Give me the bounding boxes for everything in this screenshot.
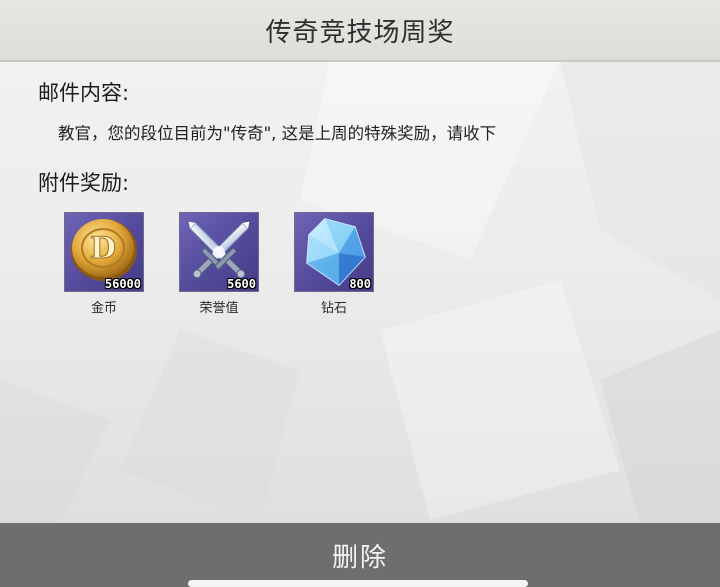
mail-detail-screen: 传奇竞技场周奖 邮件内容: 教官，您的段位目前为"传奇", 这是上周的特殊奖励，… — [0, 0, 720, 587]
page-title: 传奇竞技场周奖 — [265, 17, 455, 48]
reward-count: 56000 — [104, 277, 141, 291]
mail-content-label: 邮件内容: — [38, 81, 130, 105]
title-bar: 传奇竞技场周奖 — [0, 0, 720, 62]
reward-name: 荣誉值 — [199, 301, 239, 316]
delete-button[interactable]: 删除 — [0, 523, 720, 587]
reward-name: 钻石 — [320, 301, 347, 316]
reward-item-diamond[interactable]: 800 钻石 — [294, 212, 374, 316]
reward-frame: D 56000 — [64, 212, 144, 292]
mail-body-text: 教官，您的段位目前为"传奇", 这是上周的特殊奖励，请收下 — [58, 124, 497, 143]
reward-count: 5600 — [227, 277, 256, 291]
reward-count: 800 — [349, 277, 371, 291]
reward-name: 金币 — [90, 301, 117, 316]
reward-frame: 800 — [294, 212, 374, 292]
svg-text:D: D — [90, 231, 116, 266]
home-indicator[interactable] — [188, 580, 528, 587]
attachments-label: 附件奖励: — [38, 171, 130, 195]
delete-button-label: 删除 — [331, 542, 388, 573]
reward-list: D 56000 金币 5600 荣誉值 800 钻石 — [64, 212, 409, 316]
reward-item-honor[interactable]: 5600 荣誉值 — [179, 212, 259, 316]
reward-item-gold[interactable]: D 56000 金币 — [64, 212, 144, 316]
reward-frame: 5600 — [179, 212, 259, 292]
